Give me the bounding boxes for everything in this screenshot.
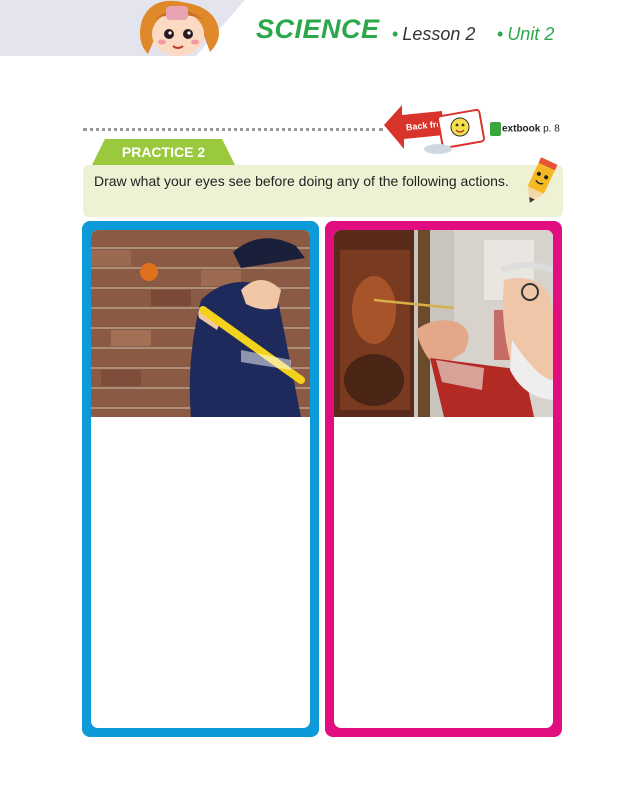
girl-mascot-icon	[140, 0, 219, 56]
book-icon	[490, 122, 501, 136]
panel-inner	[91, 230, 310, 728]
bullet-dot: •	[392, 24, 399, 44]
practice-label: PRACTICE 2	[121, 144, 206, 160]
subject-title: SCIENCE	[256, 14, 380, 44]
drawing-area[interactable]	[334, 417, 553, 728]
practice-tab: PRACTICE 2	[92, 139, 235, 165]
pencil-mascot-icon	[527, 157, 558, 203]
textbook-page: p. 8	[543, 123, 560, 135]
unit-label: • Unit 2	[497, 24, 554, 45]
back-from-arrow-icon[interactable]: Back from	[380, 101, 488, 157]
instruction-box: Draw what your eyes see before doing any…	[83, 157, 563, 217]
baseball-batter-photo	[91, 230, 310, 417]
unit-text: Unit 2	[507, 24, 555, 44]
panel-inner	[334, 230, 553, 728]
bullet-dot: •	[497, 24, 504, 44]
dotted-divider	[83, 128, 383, 131]
textbook-reference[interactable]: extbook p. 8	[490, 122, 560, 136]
instruction-text: Draw what your eyes see before doing any…	[94, 173, 509, 189]
lesson-text: Lesson 2	[402, 24, 476, 44]
drawing-panel-pink	[325, 221, 562, 737]
textbook-label: extbook	[502, 123, 541, 135]
drawing-area[interactable]	[91, 417, 310, 728]
lesson-label: • Lesson 2	[392, 24, 475, 45]
drawing-panel-blue	[82, 221, 319, 737]
painter-at-canvas-photo	[334, 230, 553, 417]
